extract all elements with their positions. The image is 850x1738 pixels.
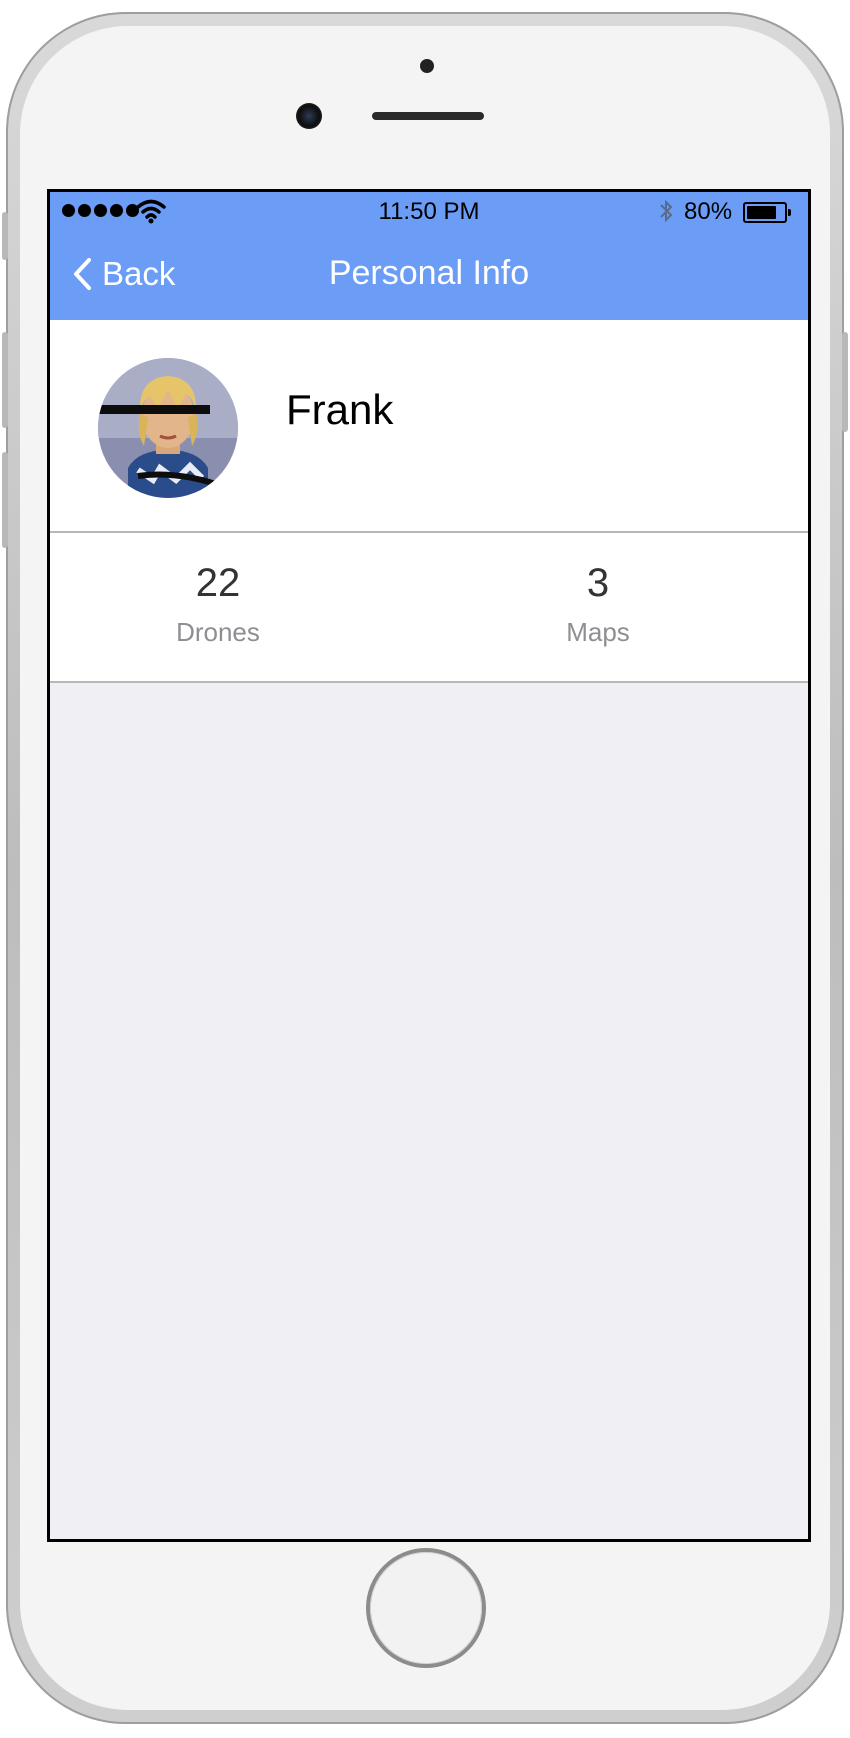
stat-label: Maps <box>566 617 630 647</box>
stat-value: 22 <box>195 561 241 605</box>
battery-icon <box>743 202 791 223</box>
avatar-portrait-image <box>98 358 238 498</box>
app-screen: 11:50 PM 80% Back Personal Info Frank 22… <box>47 189 811 1542</box>
battery-percent: 80% <box>684 198 733 225</box>
bluetooth-icon <box>660 199 673 223</box>
navigation-bar: Back Personal Info <box>50 232 808 320</box>
home-button[interactable] <box>370 1552 482 1664</box>
profile-name: Frank <box>286 386 394 433</box>
stat-value: 3 <box>586 561 610 605</box>
profile-card: Frank <box>50 320 808 533</box>
battery-level <box>747 206 776 219</box>
earpiece-speaker <box>372 112 484 120</box>
stat-drones[interactable]: 22 Drones <box>118 555 318 648</box>
stats-row: 22 Drones 3 Maps <box>50 533 808 683</box>
power-button <box>842 332 848 432</box>
stat-label: Drones <box>176 617 260 647</box>
avatar[interactable] <box>98 358 238 498</box>
proximity-sensor <box>420 59 434 73</box>
volume-down-button <box>2 452 8 548</box>
volume-up-button <box>2 332 8 428</box>
stat-maps[interactable]: 3 Maps <box>498 555 698 648</box>
front-camera <box>296 103 322 129</box>
page-title: Personal Info <box>328 254 530 292</box>
header: 11:50 PM 80% Back Personal Info <box>50 192 808 320</box>
mute-switch <box>2 212 8 260</box>
status-bar: 11:50 PM 80% <box>50 192 808 232</box>
